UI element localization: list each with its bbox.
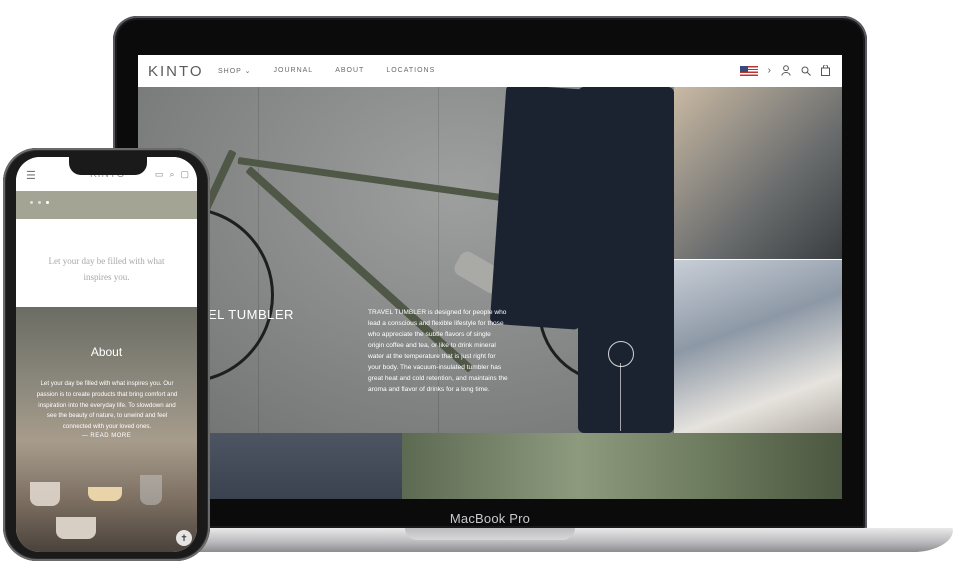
workshop-photo[interactable] (674, 87, 842, 259)
pouring-drink-photo[interactable] (674, 260, 842, 433)
about-title: About (90, 345, 123, 359)
user-icon[interactable] (781, 65, 791, 76)
read-more-link[interactable]: — READ MORE (16, 433, 197, 439)
about-text: Let your day be filled with what inspire… (36, 380, 178, 431)
slider-dot[interactable] (30, 201, 33, 204)
phone-hero-band (16, 191, 197, 219)
lower-photo-strip (138, 433, 842, 499)
phone-notch (69, 157, 147, 175)
phone-screen: ☰ KINTO ▭ ⌕ ▢ Let your day be filled wit… (16, 157, 197, 552)
site-header: KINTO SHOP ⌄ JOURNAL ABOUT LOCATIONS › (138, 55, 842, 88)
hero-side-gallery (674, 87, 842, 433)
site-logo[interactable]: KINTO (148, 63, 204, 80)
lifestyle-photo-2[interactable] (402, 433, 842, 499)
flag-us-icon[interactable] (739, 65, 758, 76)
slider-dots (30, 201, 49, 204)
nav-item-journal[interactable]: JOURNAL (274, 67, 314, 75)
phone-mockup: ☰ KINTO ▭ ⌕ ▢ Let your day be filled wit… (3, 148, 210, 561)
laptop-model-label: MacBook Pro (449, 511, 531, 526)
phone-tagline: Let your day be filled with what inspire… (48, 256, 165, 282)
hamburger-icon[interactable]: ☰ (26, 169, 36, 182)
chevron-right-icon[interactable]: › (768, 65, 771, 76)
bag-icon[interactable] (821, 65, 830, 76)
search-icon[interactable] (801, 66, 811, 76)
accessibility-icon[interactable]: ✝ (176, 530, 192, 546)
nav-item-locations[interactable]: LOCATIONS (386, 67, 435, 75)
laptop-screen: KINTO SHOP ⌄ JOURNAL ABOUT LOCATIONS › E… (138, 55, 842, 499)
hero-description: TRAVEL TUMBLER is designed for people wh… (368, 309, 508, 393)
slider-dot[interactable] (46, 201, 49, 204)
flag-icon[interactable]: ▭ (155, 169, 164, 180)
bag-icon[interactable]: ▢ (180, 169, 189, 180)
search-icon[interactable]: ⌕ (169, 169, 174, 180)
main-nav: SHOP ⌄ JOURNAL ABOUT LOCATIONS (218, 67, 457, 75)
hero-title: EL TUMBLER (208, 307, 294, 322)
header-icons: › (739, 65, 830, 76)
nav-item-about[interactable]: ABOUT (335, 67, 364, 75)
hero-image: EL TUMBLER TRAVEL TUMBLER is designed fo… (138, 87, 674, 433)
slider-dot[interactable] (38, 201, 41, 204)
nav-item-shop[interactable]: SHOP ⌄ (218, 67, 252, 75)
hero-scroll-indicator[interactable] (608, 341, 634, 367)
